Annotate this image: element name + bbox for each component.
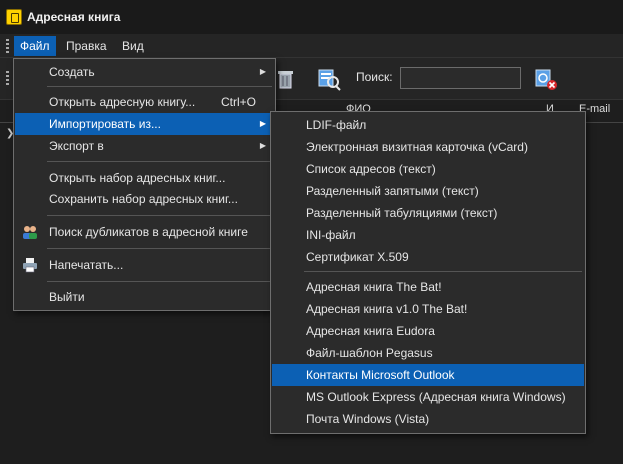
menu-item-create[interactable]: Создать ▶ — [15, 61, 274, 83]
search-input[interactable] — [400, 67, 521, 89]
menu-item-export[interactable]: Экспорт в ▶ — [15, 135, 274, 157]
submenu-arrow-icon: ▶ — [259, 67, 266, 76]
menu-item-open-set[interactable]: Открыть набор адресных книг... — [15, 167, 274, 189]
address-book-icon — [6, 9, 22, 25]
menu-item-import[interactable]: Импортировать из... ▶ — [15, 113, 274, 135]
menu-item-find-duplicates[interactable]: Поиск дубликатов в адресной книге — [15, 221, 274, 243]
menu-separator — [47, 161, 272, 162]
import-item[interactable]: Электронная визитная карточка (vCard) — [272, 136, 584, 158]
menu-item-print[interactable]: Напечатать... — [15, 254, 274, 276]
import-item[interactable]: Список адресов (текст) — [272, 158, 584, 180]
menu-separator — [304, 271, 582, 272]
import-item[interactable]: LDIF-файл — [272, 114, 584, 136]
submenu-arrow-icon: ▶ — [259, 119, 266, 128]
menu-item-exit[interactable]: Выйти — [15, 286, 274, 308]
import-item[interactable]: Разделенный табуляциями (текст) — [272, 202, 584, 224]
menubar-grip[interactable] — [6, 39, 9, 53]
import-item-outlook[interactable]: Контакты Microsoft Outlook — [272, 364, 584, 386]
menu-item-open[interactable]: Открыть адресную книгу... Ctrl+O — [15, 91, 274, 113]
import-item[interactable]: Файл-шаблон Pegasus — [272, 342, 584, 364]
clear-search-icon[interactable] — [533, 66, 559, 92]
find-contact-icon[interactable] — [316, 66, 342, 92]
printer-icon — [23, 258, 37, 273]
import-item[interactable]: MS Outlook Express (Адресная книга Windo… — [272, 386, 584, 408]
toolbar-grip[interactable] — [6, 71, 9, 87]
window-title: Адресная книга — [27, 10, 121, 24]
import-item[interactable]: Адресная книга The Bat! — [272, 276, 584, 298]
menu-separator — [47, 248, 272, 249]
menu-view[interactable]: Вид — [116, 36, 150, 56]
import-item[interactable]: Почта Windows (Vista) — [272, 408, 584, 430]
menu-file[interactable]: Файл — [14, 36, 56, 56]
import-item[interactable]: Адресная книга Eudora — [272, 320, 584, 342]
submenu-arrow-icon: ▶ — [259, 141, 266, 150]
menu-bar: Файл Правка Вид — [0, 34, 623, 58]
duplicates-icon — [23, 226, 37, 239]
file-menu: Создать ▶ Открыть адресную книгу... Ctrl… — [13, 58, 276, 311]
menu-separator — [47, 281, 272, 282]
import-submenu: LDIF-файл Электронная визитная карточка … — [270, 111, 586, 434]
import-item[interactable]: Сертификат X.509 — [272, 246, 584, 268]
import-item[interactable]: Адресная книга v1.0 The Bat! — [272, 298, 584, 320]
menu-separator — [47, 215, 272, 216]
shortcut-label: Ctrl+O — [220, 95, 256, 109]
import-item[interactable]: Разделенный запятыми (текст) — [272, 180, 584, 202]
search-label: Поиск: — [356, 70, 393, 84]
title-bar: Адресная книга — [0, 0, 623, 34]
menu-edit[interactable]: Правка — [60, 36, 113, 56]
menu-item-save-set[interactable]: Сохранить набор адресных книг... — [15, 188, 274, 210]
menu-separator — [47, 86, 272, 87]
import-item[interactable]: INI-файл — [272, 224, 584, 246]
